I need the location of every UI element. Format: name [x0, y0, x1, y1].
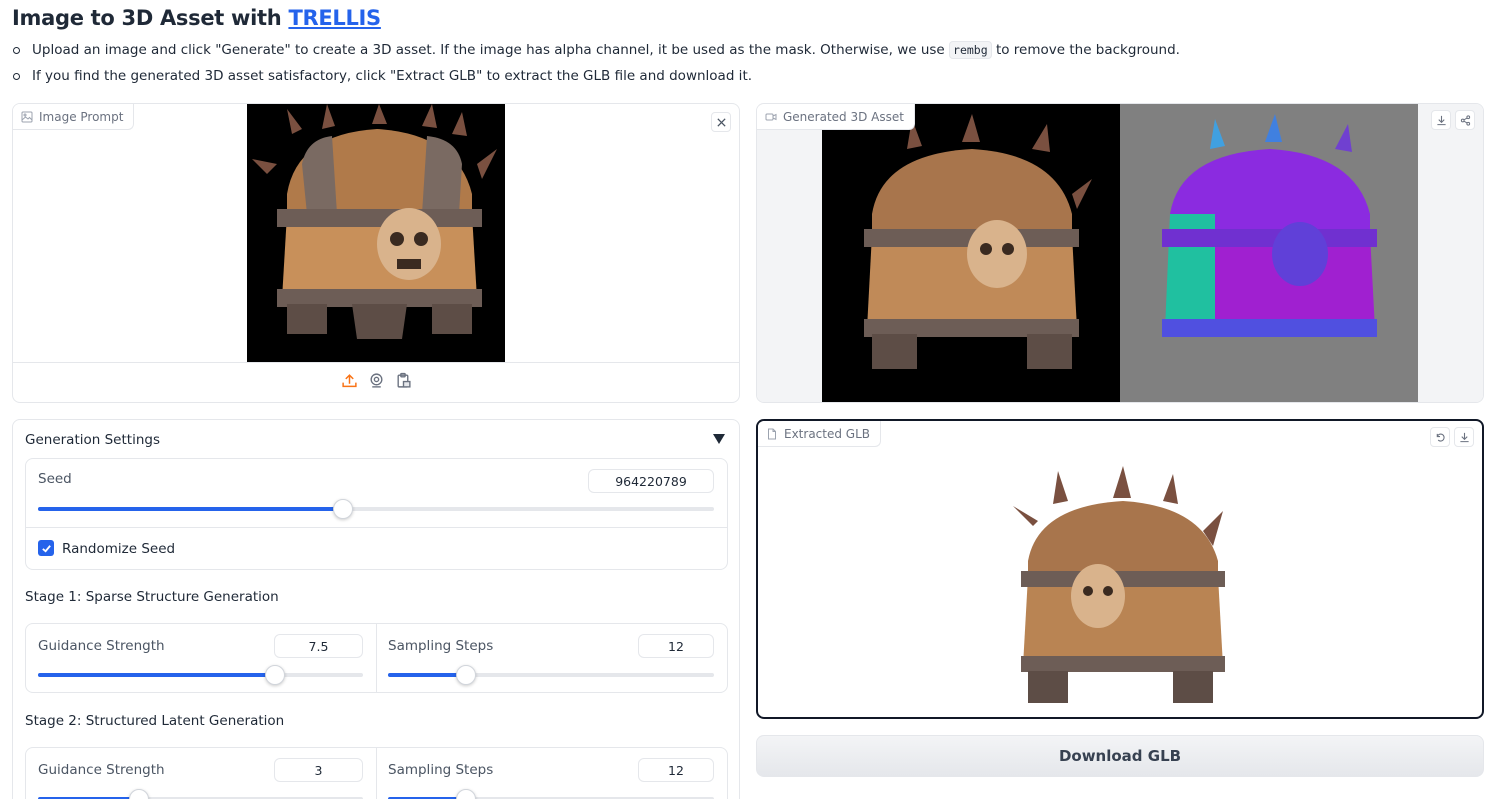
instruction-item: Upload an image and click "Generate" to …	[12, 40, 1180, 66]
stage1-guidance-slider[interactable]	[38, 665, 363, 685]
trellis-link[interactable]: TRELLIS	[288, 6, 381, 30]
upload-icon[interactable]	[341, 372, 358, 394]
slider-fill	[38, 673, 276, 677]
stage2-guidance-input[interactable]: 3	[274, 758, 363, 782]
reset-view-button[interactable]	[1430, 427, 1450, 447]
rembg-code: rembg	[949, 41, 992, 59]
extracted-glb-label: Extracted GLB	[758, 421, 882, 447]
seed-group: Seed 964220789 Randomize Seed	[25, 458, 728, 570]
extracted-glb-panel[interactable]: Extracted GLB	[756, 419, 1484, 719]
collapse-caret-icon[interactable]	[713, 434, 725, 444]
generated-asset-label: Generated 3D Asset	[757, 104, 915, 130]
divider	[376, 624, 377, 692]
generation-settings-accordion: Generation Settings Seed 964220789 Rando…	[12, 419, 740, 799]
stage1-title: Stage 1: Sparse Structure Generation	[25, 589, 279, 605]
slider-thumb[interactable]	[265, 665, 286, 685]
generated-asset-label-text: Generated 3D Asset	[783, 109, 904, 124]
treasure-chest-image	[252, 104, 497, 339]
instructions-list: Upload an image and click "Generate" to …	[12, 40, 1180, 92]
instruction-text: to remove the background.	[991, 42, 1180, 58]
video-area[interactable]	[757, 104, 1483, 402]
stage2-steps-input[interactable]: 12	[638, 758, 714, 782]
image-source-bar	[13, 362, 739, 402]
image-prompt-label-text: Image Prompt	[39, 109, 124, 124]
title-text: Image to 3D Asset with	[12, 6, 289, 30]
stage2-title: Stage 2: Structured Latent Generation	[25, 713, 285, 729]
slider-thumb[interactable]	[456, 665, 477, 685]
video-icon	[765, 113, 777, 120]
clear-image-button[interactable]	[711, 112, 731, 132]
generated-asset-panel: Generated 3D Asset	[756, 103, 1484, 403]
divider	[376, 748, 377, 799]
stage1-group: Guidance Strength 7.5 Sampling Steps 12	[25, 623, 728, 693]
instruction-text: If you find the generated 3D asset satis…	[32, 68, 753, 84]
color-render	[822, 104, 1120, 402]
treasure-chest-model	[1013, 466, 1225, 703]
glb-model-viewer[interactable]	[1013, 466, 1233, 711]
file-icon	[768, 428, 776, 439]
seed-slider[interactable]	[38, 499, 714, 519]
treasure-chest-normal-map	[1162, 114, 1377, 337]
generation-settings-title[interactable]: Generation Settings	[25, 432, 160, 448]
divider	[26, 527, 727, 528]
stage1-guidance-label: Guidance Strength	[38, 638, 165, 654]
undo-icon	[1436, 433, 1445, 442]
download-icon	[1436, 115, 1446, 125]
image-prompt-label: Image Prompt	[13, 104, 135, 130]
slider-thumb[interactable]	[456, 789, 477, 799]
page-title: Image to 3D Asset with TRELLIS	[12, 6, 381, 30]
seed-slider-thumb[interactable]	[332, 499, 353, 519]
instruction-text: Upload an image and click "Generate" to …	[32, 42, 950, 58]
stage2-group: Guidance Strength 3 Sampling Steps 12	[25, 747, 728, 799]
seed-slider-fill	[38, 507, 343, 511]
uploaded-image	[247, 104, 505, 362]
share-button[interactable]	[1455, 110, 1475, 130]
treasure-chest-render	[864, 114, 1092, 369]
stage1-steps-label: Sampling Steps	[388, 638, 494, 654]
randomize-seed-checkbox[interactable]	[38, 540, 54, 556]
clipboard-icon[interactable]	[395, 372, 412, 394]
share-icon	[1460, 114, 1470, 126]
image-icon	[21, 111, 33, 122]
close-icon	[716, 117, 726, 127]
seed-input[interactable]: 964220789	[588, 469, 714, 493]
stage2-guidance-label: Guidance Strength	[38, 762, 165, 778]
seed-label: Seed	[38, 471, 72, 487]
check-icon	[41, 544, 51, 553]
stage1-guidance-input[interactable]: 7.5	[274, 634, 363, 658]
randomize-seed-label[interactable]: Randomize Seed	[62, 541, 175, 557]
download-glb-button[interactable]: Download GLB	[756, 735, 1484, 777]
extracted-glb-label-text: Extracted GLB	[784, 426, 871, 441]
download-video-button[interactable]	[1431, 110, 1451, 130]
webcam-icon[interactable]	[368, 372, 385, 394]
slider-thumb[interactable]	[128, 789, 149, 799]
image-prompt-panel[interactable]: Image Prompt	[12, 103, 740, 403]
stage1-steps-input[interactable]: 12	[638, 634, 714, 658]
download-glb-icon-button[interactable]	[1454, 427, 1474, 447]
stage2-steps-label: Sampling Steps	[388, 762, 494, 778]
normal-render	[1120, 104, 1418, 402]
download-icon	[1459, 432, 1469, 442]
stage1-steps-slider[interactable]	[388, 665, 714, 685]
instruction-item: If you find the generated 3D asset satis…	[12, 66, 1180, 92]
slider-fill	[388, 673, 467, 677]
